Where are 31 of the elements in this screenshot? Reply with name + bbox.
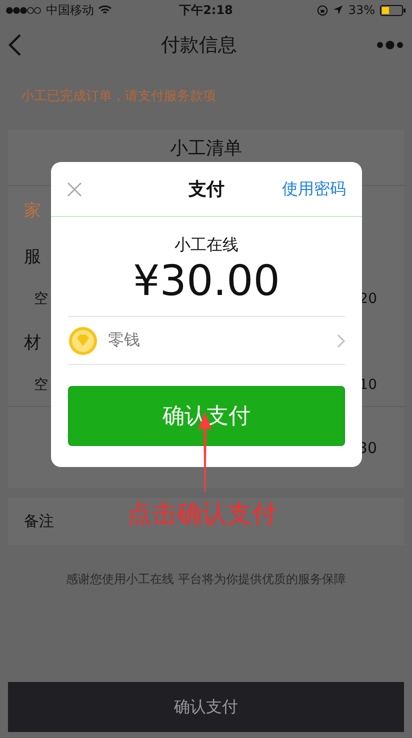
- carrier-name: 中国移动: [46, 2, 94, 18]
- battery-percent: 33%: [348, 3, 375, 17]
- merchant-name: 小工在线: [174, 235, 238, 254]
- confirm-pay-bar-button[interactable]: 确认支付: [8, 682, 404, 732]
- page-title: 付款信息: [161, 34, 237, 56]
- item-name: 空: [34, 376, 48, 394]
- card-title: 小工清单: [170, 137, 242, 160]
- payment-method: 零钱: [108, 330, 141, 351]
- footer-note: 感谢您使用小工在线 平台将为你提供优质的服务保障: [66, 572, 346, 586]
- more-icon[interactable]: [376, 40, 404, 50]
- signal-icon: [6, 6, 42, 14]
- close-icon[interactable]: [67, 182, 82, 196]
- wifi-icon: [98, 5, 112, 15]
- payment-amount: ¥30.00: [133, 256, 280, 305]
- chevron-right-icon: [337, 334, 345, 348]
- clock-time: 下午2:18: [179, 2, 233, 16]
- use-password-link[interactable]: 使用密码: [282, 178, 346, 200]
- remarks-label: 备注: [24, 512, 54, 531]
- dialog-title: 支付: [188, 179, 224, 200]
- annotation-text: 点击确认支付: [127, 498, 277, 530]
- back-icon[interactable]: [8, 34, 22, 56]
- location-icon: [333, 5, 344, 15]
- item-name: 空: [34, 290, 48, 308]
- section-label: 服: [24, 246, 41, 268]
- rotation-lock-icon: [317, 4, 328, 16]
- diamond-coin-icon: [68, 326, 98, 356]
- category-label: 家: [24, 200, 41, 222]
- section-label: 材: [24, 332, 41, 354]
- payment-method-row[interactable]: 零钱: [68, 316, 345, 365]
- notice-text: 小工已完成订单，请支付服务款项: [21, 88, 216, 105]
- battery-icon: [380, 4, 406, 16]
